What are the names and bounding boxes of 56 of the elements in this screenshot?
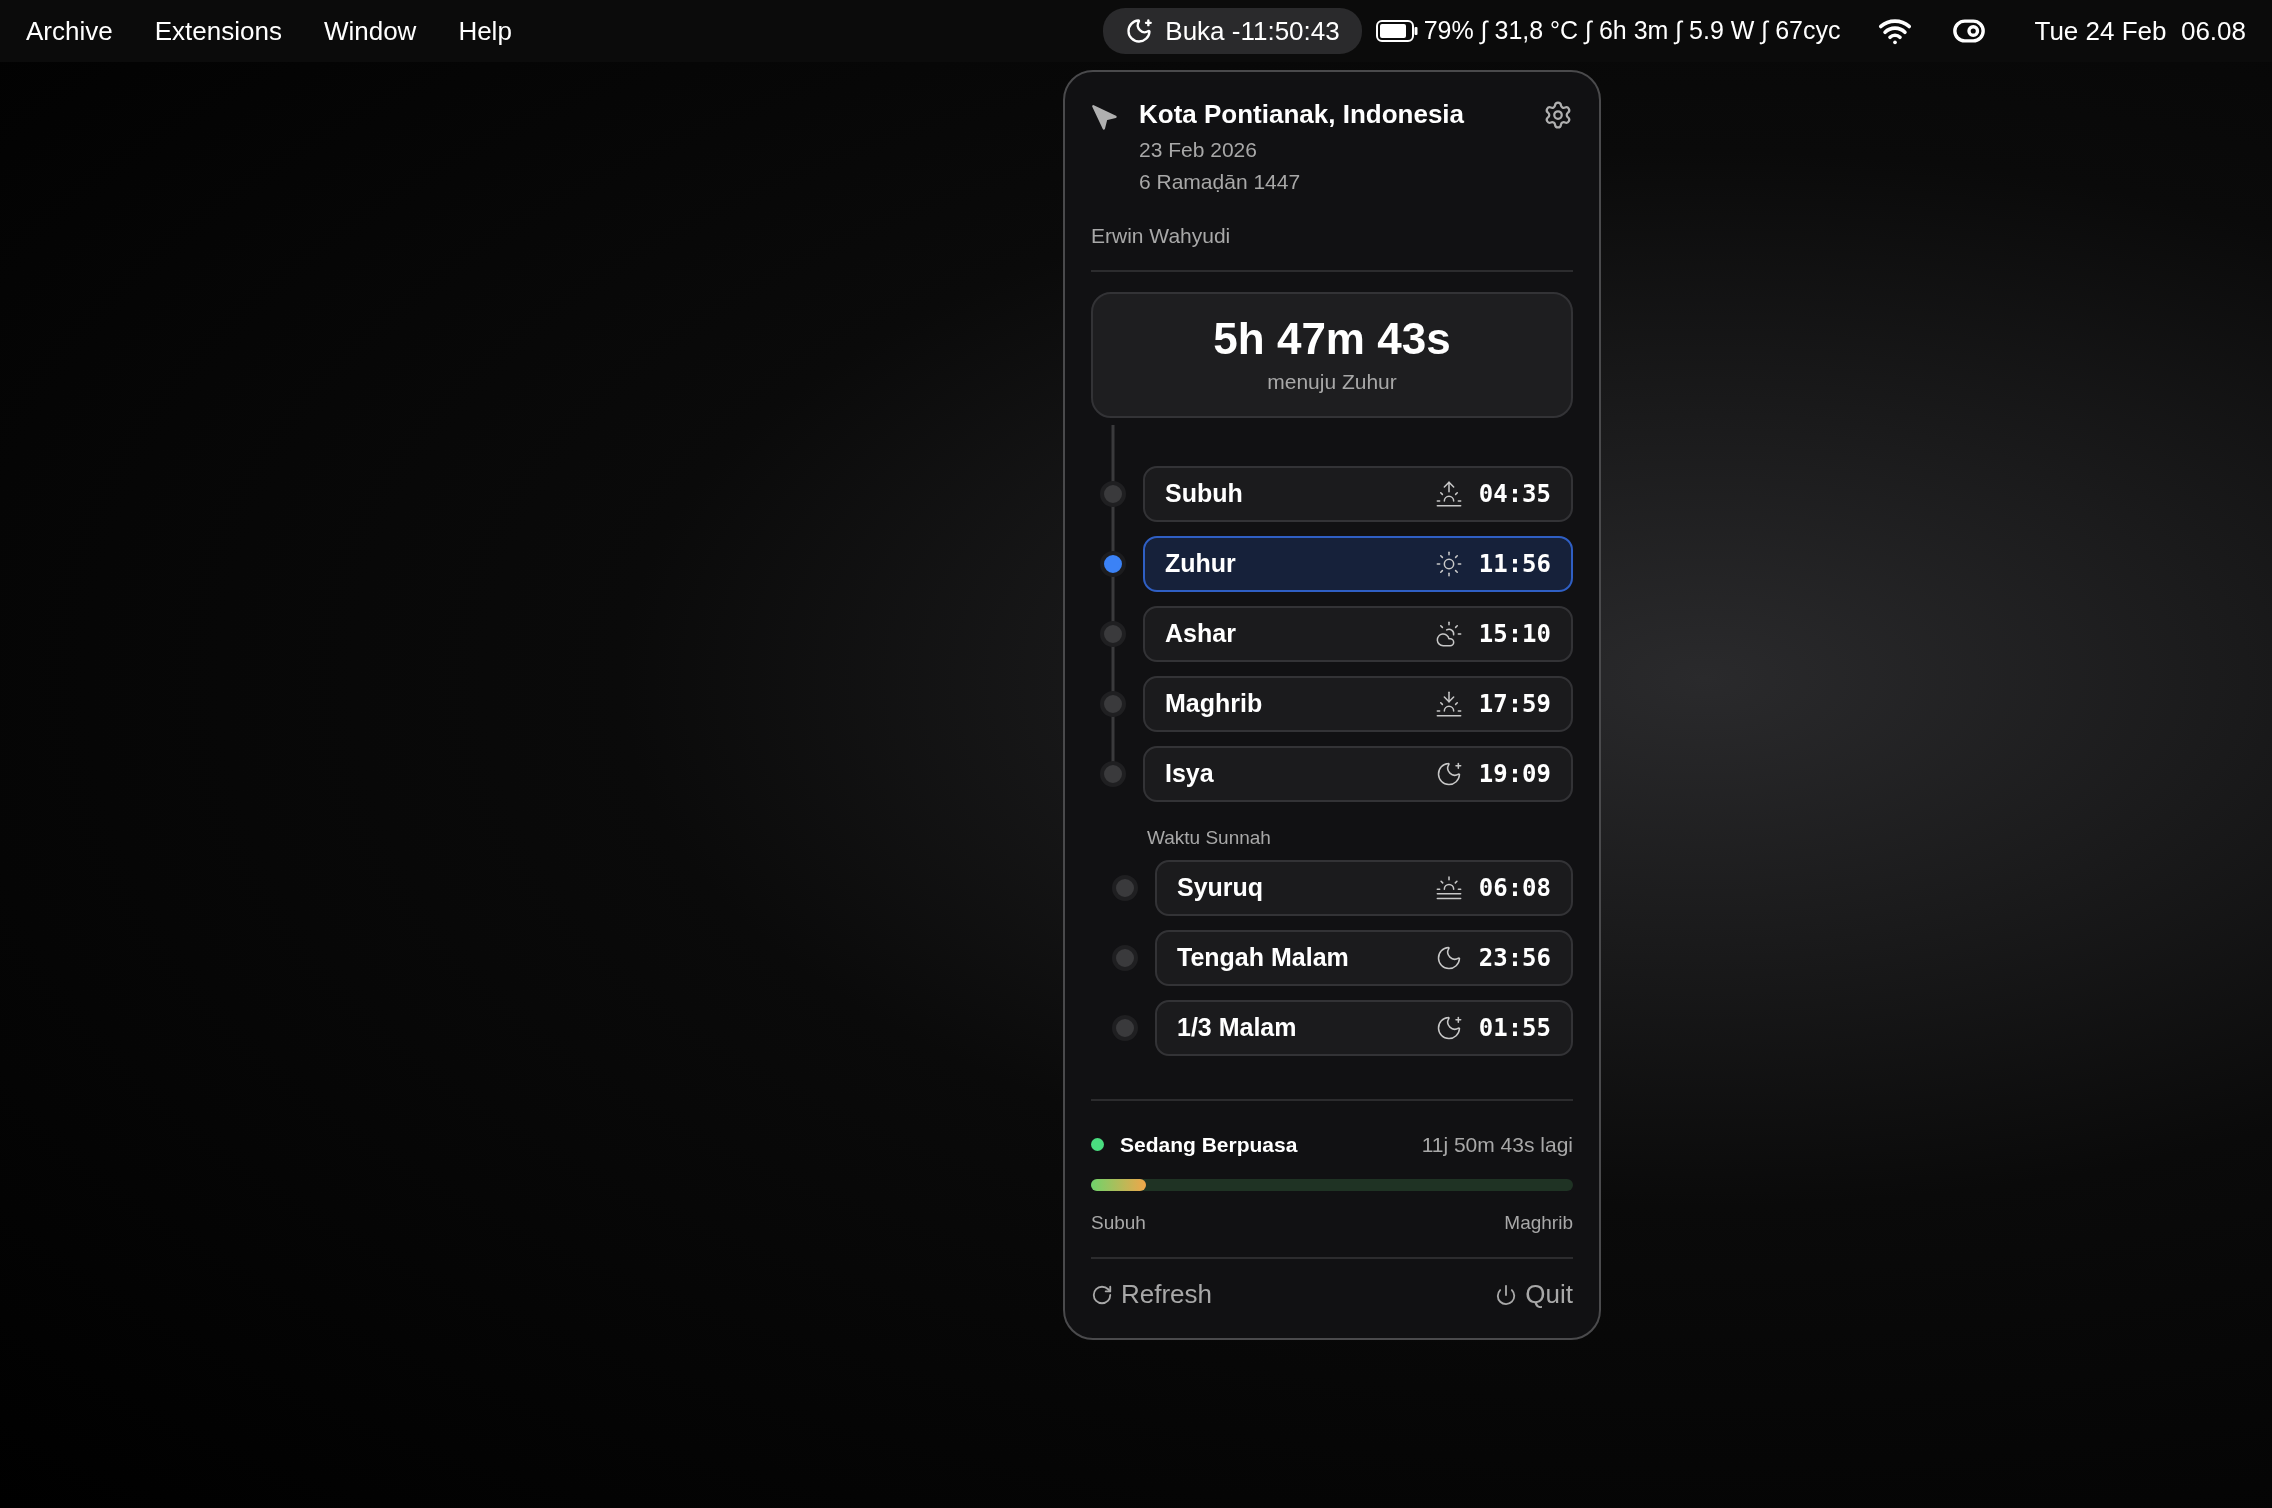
sun-horizon-icon [1434,874,1463,902]
prayer-time: 19:09 [1478,759,1551,790]
cloud-sun-icon [1434,620,1463,648]
section-heading: Waktu Sunnah [1147,826,1272,850]
menu-item[interactable]: Archive [26,11,113,51]
user-name: Erwin Wahyudi [1091,223,1232,249]
prayer-name: 1/3 Malam [1177,1012,1298,1044]
battery-icon [1375,20,1418,42]
prayer-time: 01:55 [1478,1013,1551,1044]
countdown-label: menuju Zuhur [1267,369,1397,396]
prayer-row[interactable]: Subuh 04:35 [1143,466,1573,522]
prayer-name: Isya [1165,758,1215,790]
moon-star-icon [1125,17,1154,45]
prayer-name: Syuruq [1177,872,1265,904]
menu-item[interactable]: Extensions [154,11,282,51]
status-text: 79% ∫ 31,8 °C ∫ 6h 3m ∫ 5.9 W ∫ 67cyc [1423,15,1841,47]
prayer-row[interactable]: Zuhur 11:56 [1143,536,1573,592]
location-arrow-icon [1091,104,1119,132]
prayer-name: Subuh [1165,478,1244,510]
prayer-time: 11:56 [1478,549,1551,580]
prayer-name: Tengah Malam [1177,942,1350,974]
prayer-row[interactable]: Syuruq 06:08 [1155,860,1573,916]
sunset-icon [1434,690,1463,718]
sunrise-icon [1434,480,1463,508]
refresh-button[interactable]: Refresh [1091,1275,1213,1314]
prayer-time: 06:08 [1478,873,1551,904]
fasting-status: Sedang Berpuasa [1120,1132,1299,1158]
prayer-time: 15:10 [1478,619,1551,650]
menu-item[interactable]: Window [323,11,417,51]
prayer-row[interactable]: Tengah Malam 23:56 [1155,930,1573,986]
progress-start-label: Subuh [1091,1210,1146,1235]
progress-end-label: Maghrib [1504,1210,1573,1235]
countdown-time: 5h 47m 43s [1213,313,1451,366]
prayer-row[interactable]: Ashar 15:10 [1143,606,1573,662]
fasting-remaining: 11j 50m 43s lagi [1421,1132,1573,1158]
power-icon [1495,1283,1518,1306]
location-title: Kota Pontianak, Indonesia [1139,98,1466,131]
prayer-time: 17:59 [1478,689,1551,720]
prayer-row[interactable]: Isya 19:09 [1143,746,1573,802]
prayer-name: Zuhur [1165,548,1237,580]
status-pill[interactable]: Buka -11:50:43 [1103,8,1362,54]
prayer-name: Ashar [1165,618,1237,650]
status-pill-text: Buka -11:50:43 [1165,14,1340,48]
gregorian-date: 23 Feb 2026 [1139,137,1258,163]
prayer-row[interactable]: Maghrib 17:59 [1143,676,1573,732]
menu-item[interactable]: Help [458,11,512,51]
refresh-icon [1091,1283,1113,1306]
hijri-date: 6 Ramaḍān 1447 [1139,169,1302,195]
quit-button[interactable]: Quit [1495,1275,1573,1314]
prayer-time: 04:35 [1478,479,1551,510]
prayer-row[interactable]: 1/3 Malam 01:55 [1155,1000,1573,1056]
prayer-time: 23:56 [1478,943,1551,974]
sun-icon [1434,550,1463,578]
menu-clock[interactable]: Tue 24 Feb 06.08 [2034,11,2246,51]
settings-icon[interactable] [1543,100,1573,130]
prayer-name: Maghrib [1165,688,1264,720]
